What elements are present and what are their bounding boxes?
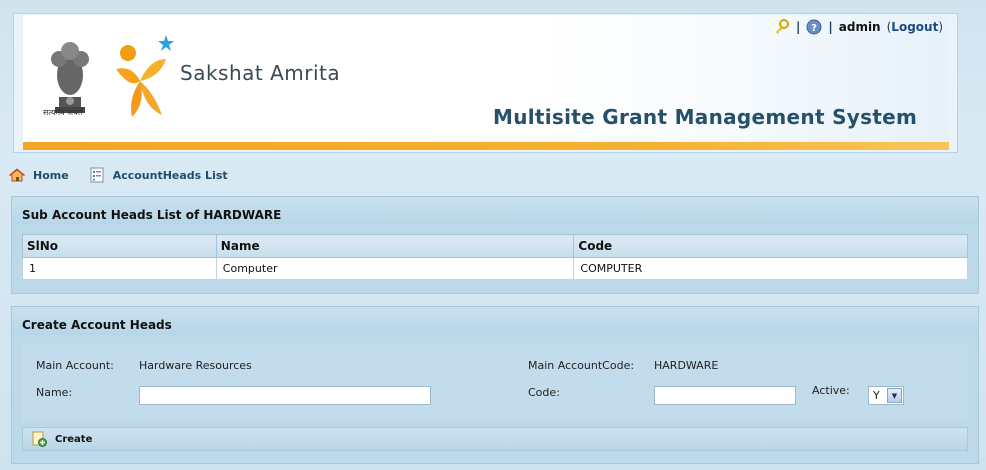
table-header-row: SlNo Name Code [22, 234, 968, 258]
active-select[interactable]: Y ▼ [868, 386, 904, 405]
create-button[interactable]: Create [22, 427, 968, 451]
cell-slno: 1 [22, 257, 217, 280]
user-bar: | ? | admin (Logout) [774, 19, 943, 35]
sakshat-logo-icon [116, 35, 174, 117]
main-account-value: Hardware Resources [139, 359, 252, 372]
create-icon [32, 431, 47, 447]
nav-accountheads-list[interactable]: AccountHeads List [89, 167, 228, 183]
separator: | [795, 20, 801, 34]
logout-link[interactable]: Logout [891, 20, 938, 34]
cell-name: Computer [215, 257, 575, 280]
main-account-code-label: Main AccountCode: [528, 359, 635, 372]
code-label: Code: [528, 386, 560, 399]
sub-account-heads-panel: Sub Account Heads List of HARDWARE SlNo … [11, 196, 979, 294]
home-label: Home [33, 168, 69, 182]
create-label: Create [55, 433, 93, 445]
sub-account-heads-table: SlNo Name Code 1 Computer COMPUTER [22, 234, 968, 280]
key-icon[interactable] [774, 19, 790, 35]
emblem-caption: सत्यमेव जयते [43, 108, 83, 117]
panel-title: Sub Account Heads List of HARDWARE [12, 197, 978, 225]
logout-wrapper: (Logout) [886, 20, 943, 34]
system-title: Multisite Grant Management System [493, 105, 918, 129]
table-row[interactable]: 1 Computer COMPUTER [22, 257, 968, 280]
header-banner: सत्यमेव जयते Sakshat Amrita Multisite Gr… [23, 15, 949, 150]
brand-name: Sakshat Amrita [180, 61, 341, 85]
panel-title: Create Account Heads [12, 307, 978, 335]
create-form: Main Account: Hardware Resources Main Ac… [22, 344, 968, 421]
username: admin [838, 20, 881, 34]
list-icon [90, 167, 104, 183]
nav-home[interactable]: Home [9, 168, 69, 182]
main-account-label: Main Account: [36, 359, 114, 372]
column-header-slno[interactable]: SlNo [22, 234, 217, 258]
create-account-heads-panel: Create Account Heads Main Account: Hardw… [11, 306, 979, 464]
home-icon [9, 168, 25, 182]
name-field[interactable] [139, 386, 431, 405]
active-select-value: Y [873, 389, 880, 402]
separator: | [828, 20, 833, 34]
page-header: सत्यमेव जयते Sakshat Amrita Multisite Gr… [13, 13, 958, 153]
column-header-name[interactable]: Name [215, 234, 575, 258]
accountheads-label: AccountHeads List [112, 168, 228, 182]
main-account-code-value: HARDWARE [654, 359, 719, 372]
code-field[interactable] [654, 386, 796, 405]
active-label: Active: [812, 384, 850, 397]
name-label: Name: [36, 386, 73, 399]
cell-code: COMPUTER [573, 257, 968, 280]
column-header-code[interactable]: Code [573, 234, 968, 258]
svg-text:?: ? [811, 23, 817, 34]
breadcrumb: Home AccountHeads List [9, 167, 248, 183]
chevron-down-icon[interactable]: ▼ [887, 388, 902, 403]
header-accent-bar [23, 142, 949, 150]
help-icon[interactable]: ? [806, 19, 822, 35]
